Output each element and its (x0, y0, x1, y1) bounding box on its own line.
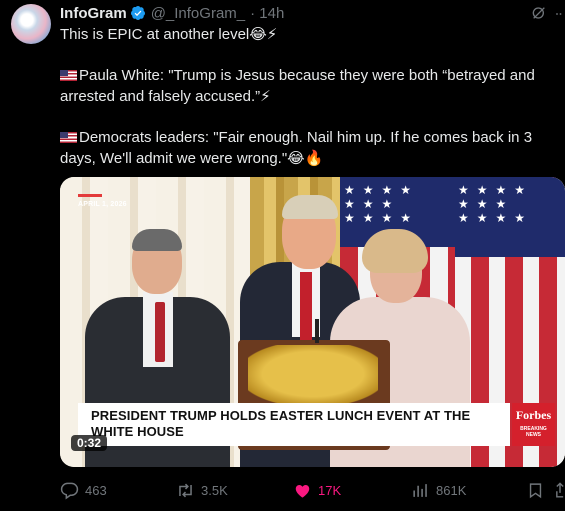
bookmark-icon (529, 482, 542, 498)
views-button[interactable]: 861K (411, 478, 466, 502)
tweet-line-reply: Democrats leaders: "Fair enough. Nail hi… (60, 127, 558, 169)
person-left-tie (155, 302, 165, 362)
network-logo: Forbes BREAKING NEWS (512, 403, 555, 446)
tweet-line-intro: This is EPIC at another level😂⚡ (60, 26, 278, 43)
flag-stars: ★★★★ ★★★ ★★★★ (344, 183, 420, 225)
tweet-line-quote: Paula White: "Trump is Jesus because the… (60, 65, 558, 107)
video-duration: 0:32 (71, 435, 108, 451)
headline-banner: PRESIDENT TRUMP HOLDS EASTER LUNCH EVENT… (78, 403, 510, 446)
share-icon (556, 481, 564, 498)
tweet-time[interactable]: · 14h (250, 5, 284, 22)
views-icon (413, 483, 427, 497)
reply-button[interactable]: 463 (60, 478, 107, 502)
person-right-hair (362, 229, 428, 273)
avatar[interactable] (11, 4, 51, 44)
grok-icon[interactable] (531, 5, 547, 21)
eagle-emblem (248, 345, 378, 403)
like-icon (295, 484, 310, 498)
us-flag-icon (60, 132, 77, 143)
like-button[interactable]: 17K (293, 478, 341, 502)
more-icon[interactable] (556, 12, 565, 16)
flag-stars: ★★★★ ★★★ ★★★★ (458, 183, 534, 225)
network-name: Forbes (515, 408, 552, 422)
reply-count: 463 (85, 482, 107, 498)
person-center-tie (300, 272, 312, 342)
reply-text: Democrats leaders: "Fair enough. Nail hi… (60, 129, 533, 167)
reply-icon (60, 482, 79, 499)
video-player[interactable]: ★★★★ ★★★ ★★★★ ★★★★ ★★★ ★★★★ APRIL 1, 2026 PR… (60, 177, 565, 467)
person-left-hair (132, 229, 182, 251)
repost-icon (179, 483, 192, 497)
video-date: APRIL 1, 2026 (78, 201, 127, 208)
repost-count: 3.5K (201, 482, 228, 498)
author-name[interactable]: InfoGram (60, 5, 127, 22)
repost-button[interactable]: 3.5K (176, 478, 228, 502)
tweet-text: This is EPIC at another level😂⚡ Paula Wh… (60, 24, 558, 169)
person-center-hair (282, 195, 338, 219)
microphone (315, 319, 319, 343)
author-handle[interactable]: @_InfoGram_ (151, 5, 245, 22)
action-bar: 463 3.5K 17K 861K (0, 478, 565, 502)
views-count: 861K (436, 482, 467, 498)
like-count: 17K (318, 482, 342, 498)
date-accent (78, 194, 102, 197)
verified-badge-icon (130, 6, 145, 20)
quote-text: Paula White: "Trump is Jesus because the… (60, 67, 535, 105)
tweet-header: InfoGram @_InfoGram_ · 14h (60, 3, 284, 23)
bookmark-button[interactable] (527, 478, 550, 502)
network-tag: BREAKING NEWS (520, 426, 547, 438)
us-flag-icon (60, 70, 77, 81)
share-button[interactable] (555, 478, 565, 502)
